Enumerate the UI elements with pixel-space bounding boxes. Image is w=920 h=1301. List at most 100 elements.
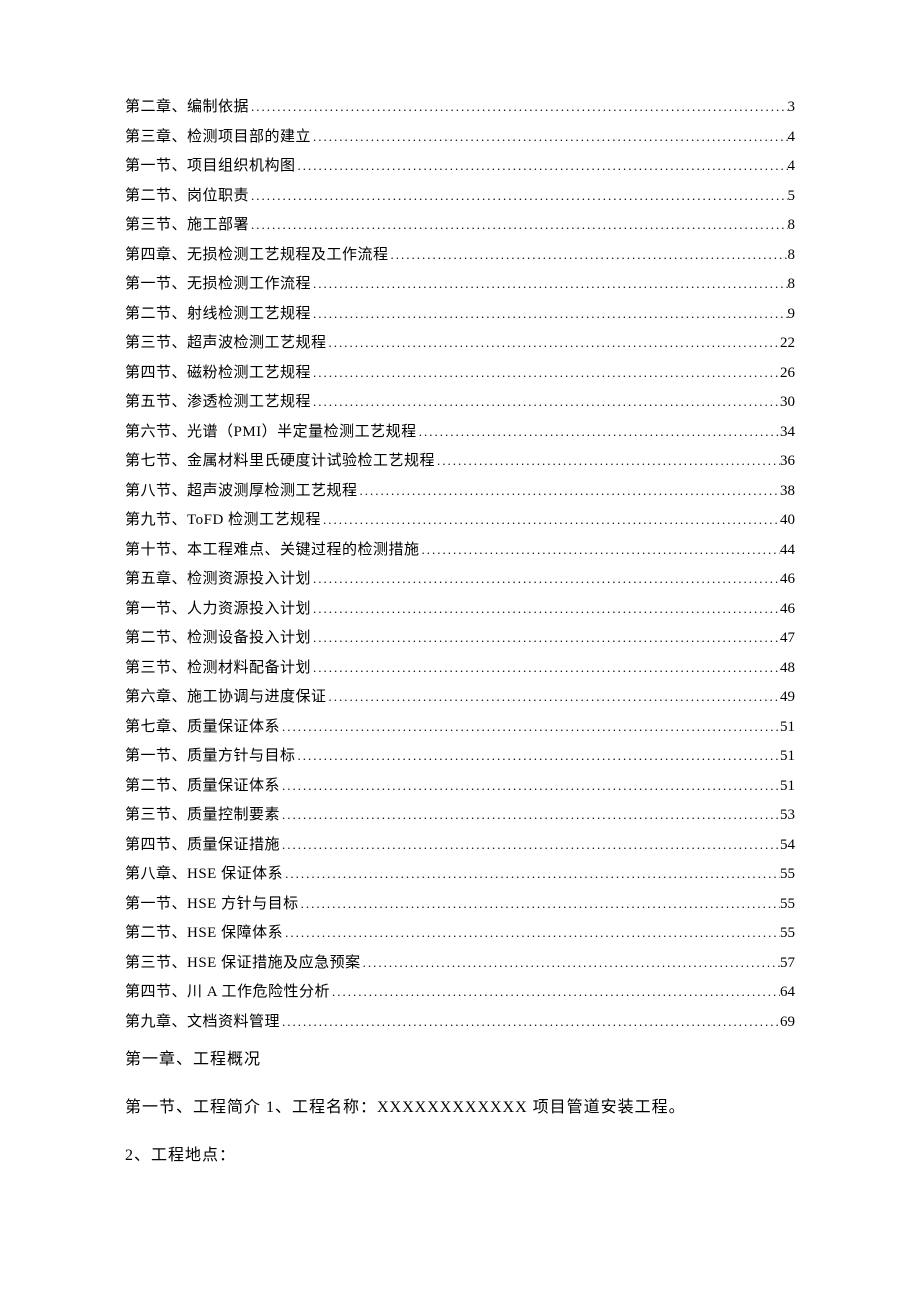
toc-entry-page: 55 (780, 926, 795, 941)
body-line-1: 第一节、工程简介 1、工程名称：XXXXXXXXXXXX 项目管道安装工程。 (125, 1092, 795, 1124)
toc-entry: 第八节、超声波测厚检测工艺规程38 (125, 484, 795, 499)
toc-entry-label: 第一节、HSE 方针与目标 (125, 897, 299, 912)
toc-leader-dots (311, 307, 787, 320)
toc-container: 第二章、编制依据 3 第三章、检测项目部的建立 4 第一节、项目组织机构图 4 第二节、岗位… (125, 100, 795, 1030)
toc-entry-label: 第五节、渗透检测工艺规程 (125, 395, 311, 410)
toc-entry: 第一节、无损检测工作流程 8 (125, 277, 795, 292)
toc-entry-label: 第三节、施工部署 (125, 218, 249, 233)
toc-entry: 第一节、项目组织机构图 4 (125, 159, 795, 174)
toc-leader-dots (361, 956, 780, 969)
toc-leader-dots (435, 454, 780, 467)
toc-entry: 第四节、川 A 工作危险性分析64 (125, 985, 795, 1000)
toc-entry-label: 第三节、HSE 保证措施及应急预案 (125, 956, 361, 971)
toc-entry-page: 30 (780, 395, 795, 410)
toc-entry: 第四节、磁粉检测工艺规程26 (125, 366, 795, 381)
toc-entry-label: 第六章、施工协调与进度保证 (125, 690, 327, 705)
toc-entry-label: 第一节、项目组织机构图 (125, 159, 296, 174)
toc-entry: 第九章、文档资料管理69 (125, 1015, 795, 1030)
toc-entry-label: 第二节、质量保证体系 (125, 779, 280, 794)
toc-entry-label: 第二章、编制依据 (125, 100, 249, 115)
toc-entry-page: 54 (780, 838, 795, 853)
toc-leader-dots (283, 867, 780, 880)
toc-leader-dots (311, 130, 787, 143)
toc-entry: 第六节、光谱（PMI）半定量检测工艺规程 34 (125, 425, 795, 440)
toc-entry-label: 第一节、质量方针与目标 (125, 749, 296, 764)
body-line-2: 2、工程地点： (125, 1140, 795, 1172)
toc-entry: 第三节、HSE 保证措施及应急预案 57 (125, 956, 795, 971)
toc-entry: 第七节、金属材料里氏硬度计试验检工艺规程 36 (125, 454, 795, 469)
body-text: 第一章、工程概况 第一节、工程简介 1、工程名称：XXXXXXXXXXXX 项目… (125, 1044, 795, 1172)
toc-entry-page: 36 (780, 454, 795, 469)
toc-entry-page: 55 (780, 867, 795, 882)
toc-entry-label: 第六节、光谱（PMI）半定量检测工艺规程 (125, 425, 417, 440)
toc-leader-dots (389, 248, 788, 261)
toc-entry-page: 47 (780, 631, 795, 646)
toc-leader-dots (280, 838, 780, 851)
toc-entry: 第二节、HSE 保障体系 55 (125, 926, 795, 941)
toc-entry-label: 第三章、检测项目部的建立 (125, 130, 311, 145)
toc-entry-label: 第三节、检测材料配备计划 (125, 661, 311, 676)
toc-entry-page: 40 (780, 513, 795, 528)
toc-entry-page: 4 (788, 130, 796, 145)
toc-leader-dots (249, 100, 787, 113)
toc-entry: 第三节、超声波检测工艺规程 22 (125, 336, 795, 351)
toc-leader-dots (296, 749, 780, 762)
toc-entry-label: 第七节、金属材料里氏硬度计试验检工艺规程 (125, 454, 435, 469)
toc-entry-label: 第一节、无损检测工作流程 (125, 277, 311, 292)
toc-leader-dots (299, 897, 780, 910)
toc-entry-label: 第五章、检测资源投入计划 (125, 572, 311, 587)
toc-entry: 第四节、质量保证措施54 (125, 838, 795, 853)
toc-entry-page: 44 (780, 543, 795, 558)
toc-entry-page: 49 (780, 690, 795, 705)
toc-leader-dots (420, 543, 780, 556)
toc-leader-dots (280, 1015, 780, 1028)
toc-entry-label: 第二节、HSE 保障体系 (125, 926, 283, 941)
toc-leader-dots (280, 720, 780, 733)
toc-entry-label: 第四章、无损检测工艺规程及工作流程 (125, 248, 389, 263)
toc-leader-dots (311, 395, 780, 408)
toc-entry: 第二节、检测设备投入计划 47 (125, 631, 795, 646)
toc-entry-page: 46 (780, 602, 795, 617)
toc-entry-page: 22 (780, 336, 795, 351)
toc-entry: 第二节、质量保证体系51 (125, 779, 795, 794)
toc-entry-label: 第三节、质量控制要素 (125, 808, 280, 823)
toc-entry-label: 第十节、本工程难点、关键过程的检测措施 (125, 543, 420, 558)
toc-entry-page: 9 (788, 307, 796, 322)
toc-entry-page: 3 (788, 100, 796, 115)
toc-entry-label: 第二节、射线检测工艺规程 (125, 307, 311, 322)
toc-entry-page: 8 (788, 277, 796, 292)
toc-entry: 第九节、ToFD 检测工艺规程40 (125, 513, 795, 528)
toc-entry-label: 第四节、磁粉检测工艺规程 (125, 366, 311, 381)
toc-entry-page: 51 (780, 720, 795, 735)
toc-entry: 第三节、检测材料配备计划48 (125, 661, 795, 676)
toc-entry-page: 4 (788, 159, 796, 174)
toc-entry: 第二节、射线检测工艺规程 9 (125, 307, 795, 322)
toc-entry-label: 第二节、岗位职责 (125, 189, 249, 204)
toc-entry: 第二节、岗位职责5 (125, 189, 795, 204)
toc-entry: 第三节、施工部署 8 (125, 218, 795, 233)
toc-leader-dots (358, 484, 780, 497)
toc-entry: 第三章、检测项目部的建立 4 (125, 130, 795, 145)
toc-entry-label: 第一节、人力资源投入计划 (125, 602, 311, 617)
toc-entry-page: 57 (780, 956, 795, 971)
toc-leader-dots (296, 159, 788, 172)
toc-entry: 第一节、人力资源投入计划 46 (125, 602, 795, 617)
toc-entry: 第八章、HSE 保证体系55 (125, 867, 795, 882)
toc-entry-page: 8 (788, 218, 796, 233)
toc-leader-dots (280, 779, 780, 792)
toc-entry-label: 第三节、超声波检测工艺规程 (125, 336, 327, 351)
toc-entry: 第十节、本工程难点、关键过程的检测措施 44 (125, 543, 795, 558)
chapter-heading: 第一章、工程概况 (125, 1044, 795, 1076)
toc-leader-dots (321, 513, 780, 526)
toc-leader-dots (280, 808, 780, 821)
toc-leader-dots (311, 631, 780, 644)
toc-entry: 第三节、质量控制要素53 (125, 808, 795, 823)
toc-entry: 第四章、无损检测工艺规程及工作流程8 (125, 248, 795, 263)
toc-entry-page: 38 (780, 484, 795, 499)
toc-entry: 第六章、施工协调与进度保证 49 (125, 690, 795, 705)
toc-entry-page: 46 (780, 572, 795, 587)
toc-entry-page: 55 (780, 897, 795, 912)
toc-entry-label: 第九章、文档资料管理 (125, 1015, 280, 1030)
toc-entry-page: 64 (780, 985, 795, 1000)
toc-entry-label: 第二节、检测设备投入计划 (125, 631, 311, 646)
